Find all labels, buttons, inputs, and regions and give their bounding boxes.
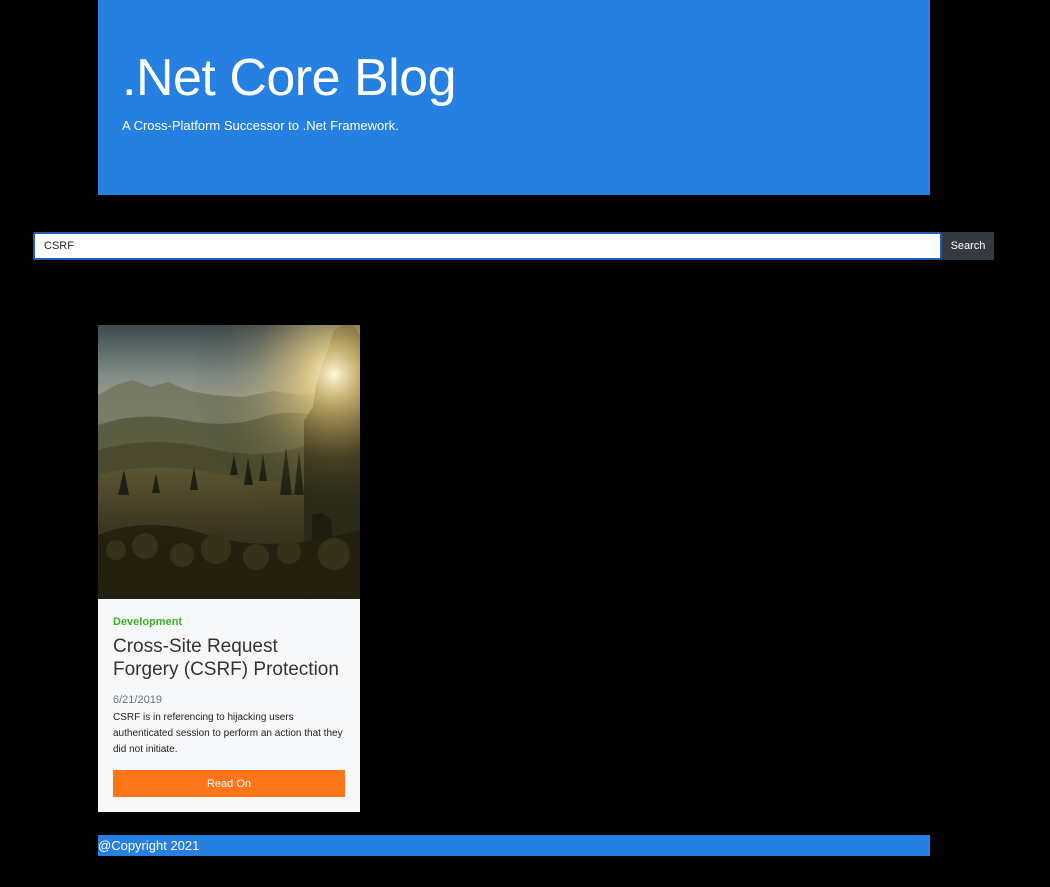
post-image[interactable] — [98, 325, 360, 599]
blog-subtitle: A Cross-Platform Successor to .Net Frame… — [122, 118, 399, 133]
search-form: Search — [33, 232, 994, 260]
post-date: 6/21/2019 — [113, 694, 162, 706]
blog-header: .Net Core Blog A Cross-Platform Successo… — [98, 0, 930, 195]
post-card-body: Development Cross-Site Request Forgery (… — [113, 609, 345, 797]
post-title[interactable]: Cross-Site Request Forgery (CSRF) Protec… — [113, 635, 345, 681]
search-button[interactable]: Search — [942, 232, 994, 260]
blog-title: .Net Core Blog — [122, 49, 457, 107]
footer: @Copyright 2021 — [98, 835, 930, 856]
post-card: Development Cross-Site Request Forgery (… — [98, 325, 360, 812]
page: .Net Core Blog A Cross-Platform Successo… — [0, 0, 1050, 887]
search-input[interactable] — [33, 232, 942, 260]
read-on-button[interactable]: Read On — [113, 770, 345, 797]
copyright-text: @Copyright 2021 — [98, 838, 200, 853]
post-category[interactable]: Development — [113, 609, 345, 635]
post-excerpt: CSRF is in referencing to hijacking user… — [113, 712, 343, 755]
